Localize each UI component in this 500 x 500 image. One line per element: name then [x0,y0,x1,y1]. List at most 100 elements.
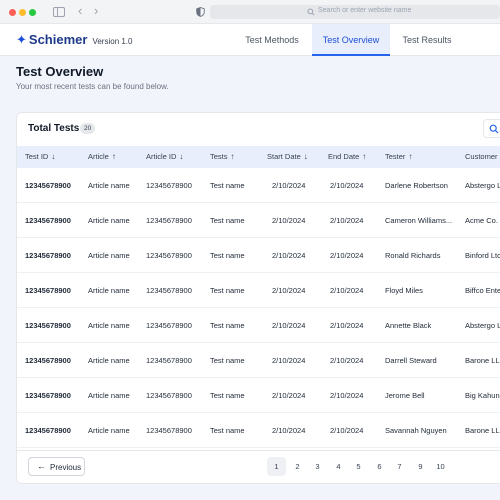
cell-tester: Darlene Robertson [385,181,448,190]
page-button[interactable]: 6 [370,457,389,476]
address-placeholder: Search or enter website name [318,7,412,14]
cell-article: Article name [88,391,130,400]
sidebar-toggle-icon[interactable] [53,7,65,17]
search-icon [307,8,315,16]
page-button[interactable]: 1 [267,457,286,476]
table-row[interactable]: 12345678900 Article name 12345678900 Tes… [17,308,500,343]
cell-end-date: 2/10/2024 [330,251,364,260]
table-row[interactable]: 12345678900 Article name 12345678900 Tes… [17,273,500,308]
cell-customer: Binford Ltd [465,251,500,260]
cell-start-date: 2/10/2024 [272,426,306,435]
cell-test-id: 12345678900 [25,216,71,225]
cell-tests: Test name [210,251,245,260]
cell-end-date: 2/10/2024 [330,321,364,330]
app-header: ✦ Schiemer Version 1.0 Test Methods Test… [0,24,500,56]
cell-article-id: 12345678900 [146,321,192,330]
cell-article: Article name [88,356,130,365]
cell-tests: Test name [210,391,245,400]
table-row[interactable]: 12345678900 Article name 12345678900 Tes… [17,203,500,238]
sort-down-icon: ↓ [303,152,308,161]
privacy-shield-icon[interactable] [196,7,205,17]
search-icon [489,124,499,134]
tab-test-overview[interactable]: Test Overview [312,24,390,56]
forward-arrow-icon[interactable]: › [94,4,98,18]
cell-article-id: 12345678900 [146,286,192,295]
tests-table-card: Total Tests 20 Test ID ↓ Article ↑ Article… [16,112,500,484]
cell-tests: Test name [210,216,245,225]
cell-test-id: 12345678900 [25,181,71,190]
cell-tester: Ronald Richards [385,251,441,260]
cell-article: Article name [88,181,130,190]
page-title: Test Overview [16,64,104,79]
cell-start-date: 2/10/2024 [272,321,306,330]
cell-article-id: 12345678900 [146,181,192,190]
version-label: Version 1.0 [92,37,133,46]
tab-test-results[interactable]: Test Results [392,24,462,56]
table-row[interactable]: 12345678900 Article name 12345678900 Tes… [17,378,500,413]
column-header-tests[interactable]: Tests ↑ [210,146,235,168]
cell-end-date: 2/10/2024 [330,426,364,435]
column-header-customer[interactable]: Customer [465,146,498,168]
cell-test-id: 12345678900 [25,356,71,365]
table-row[interactable]: 12345678900 Article name 12345678900 Tes… [17,238,500,273]
previous-button[interactable]: ← Previous [28,457,85,476]
cell-end-date: 2/10/2024 [330,181,364,190]
table-search-button[interactable] [483,119,500,138]
page-subtitle: Your most recent tests can be found belo… [16,82,169,91]
cell-tests: Test name [210,321,245,330]
page-button[interactable]: 10 [431,457,450,476]
column-header-test-id[interactable]: Test ID ↓ [25,146,55,168]
column-header-start-date[interactable]: Start Date ↓ [267,146,308,168]
column-header-article[interactable]: Article ↑ [88,146,116,168]
column-header-tester[interactable]: Tester ↑ [385,146,412,168]
table-header: Test ID ↓ Article ↑ Article ID ↓ Tests ↑ Sta… [17,146,500,168]
cell-tester: Annette Black [385,321,432,330]
cell-article: Article name [88,251,130,260]
page-button[interactable]: 4 [329,457,348,476]
cell-tests: Test name [210,181,245,190]
column-header-end-date[interactable]: End Date ↑ [328,146,366,168]
cell-tester: Darrell Steward [385,356,437,365]
cell-start-date: 2/10/2024 [272,286,306,295]
cell-tester: Savannah Nguyen [385,426,447,435]
page-button[interactable]: 9 [411,457,430,476]
minimize-window-button[interactable] [19,9,26,16]
cell-customer: Biffco Ente [465,286,500,295]
table-row[interactable]: 12345678900 Article name 12345678900 Tes… [17,413,500,448]
page-button[interactable]: 2 [288,457,307,476]
pagination: ← Previous 1 2 3 4 5 6 7 9 10 [17,450,500,483]
cell-start-date: 2/10/2024 [272,391,306,400]
tab-test-methods[interactable]: Test Methods [236,24,308,56]
cell-test-id: 12345678900 [25,426,71,435]
brand-name: Schiemer [28,32,88,47]
cell-customer: Acme Co. [465,216,498,225]
cell-tester: Floyd Miles [385,286,423,295]
column-header-article-id[interactable]: Article ID ↓ [146,146,183,168]
cell-tester: Cameron Williams... [385,216,453,225]
table-row[interactable]: 12345678900 Article name 12345678900 Tes… [17,168,500,203]
cell-tester: Jerome Bell [385,391,425,400]
cell-article: Article name [88,426,130,435]
cell-end-date: 2/10/2024 [330,216,364,225]
page-button[interactable]: 3 [308,457,327,476]
back-arrow-icon[interactable]: ‹ [78,4,82,18]
close-window-button[interactable] [9,9,16,16]
table-row[interactable]: 12345678900 Article name 12345678900 Tes… [17,343,500,378]
cell-tests: Test name [210,356,245,365]
sort-up-icon: ↑ [230,152,235,161]
address-bar[interactable]: Search or enter website name [210,5,500,19]
page-button[interactable]: 7 [390,457,409,476]
page-button[interactable]: 5 [349,457,368,476]
cell-end-date: 2/10/2024 [330,286,364,295]
cell-start-date: 2/10/2024 [272,251,306,260]
sort-up-icon: ↑ [111,152,116,161]
sort-up-icon: ↑ [408,152,413,161]
cell-article-id: 12345678900 [146,391,192,400]
cell-start-date: 2/10/2024 [272,181,306,190]
sparkle-icon: ✦ [16,32,27,47]
cell-end-date: 2/10/2024 [330,356,364,365]
cell-customer: Abstergo L [465,181,500,190]
brand-logo[interactable]: ✦ Schiemer Version 1.0 [16,32,132,48]
maximize-window-button[interactable] [29,9,36,16]
cell-article-id: 12345678900 [146,251,192,260]
